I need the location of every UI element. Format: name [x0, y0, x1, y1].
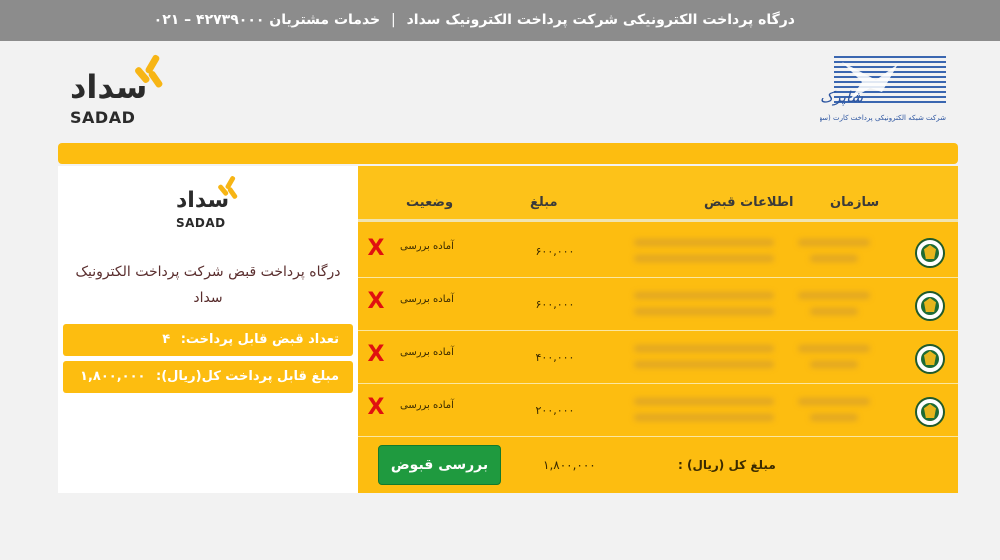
support-phone: ۴۲۷۳۹۰۰۰ – ۰۲۱ — [153, 12, 265, 28]
sadad-logo-en: SADAD — [70, 108, 136, 127]
top-bar: درگاه پرداخت الکترونیکی شرکت پرداخت الکت… — [0, 0, 1000, 41]
table-footer: مبلغ کل (ریال) : ۱,۸۰۰,۰۰۰ بررسی قبوض — [358, 436, 958, 493]
row-status: آماده بررسی — [400, 294, 454, 305]
shaparak-logo: شاپرک شرکت شبکه الکترونیکی پرداخت کارت (… — [818, 52, 946, 132]
column-amount: مبلغ — [530, 195, 558, 210]
row-status: آماده بررسی — [400, 241, 454, 252]
sidebar-sadad-fa: سداد — [176, 188, 230, 213]
check-bills-button[interactable]: بررسی قبوض — [378, 445, 501, 485]
red-x-icon[interactable]: X — [364, 396, 388, 420]
blurred-org-name — [810, 308, 858, 315]
blurred-org-name — [810, 414, 858, 421]
row-amount: ۲۰۰,۰۰۰ — [535, 404, 575, 417]
bill-count-label: تعداد قبض قابل پرداخت: — [180, 332, 339, 347]
row-amount: ۶۰۰,۰۰۰ — [535, 245, 575, 258]
blurred-bill-info — [634, 255, 774, 262]
sidebar-panel: سداد SADAD درگاه پرداخت قبض شرکت پرداخت … — [58, 166, 358, 493]
total-payable-value: ۱,۸۰۰,۰۰۰ — [80, 369, 146, 384]
column-bill-info: اطلاعات قبض — [704, 195, 794, 210]
blurred-org-name — [798, 398, 870, 405]
yellow-divider-bar — [58, 143, 958, 164]
total-payable-stat: مبلغ قابل پرداخت کل(ریال): ۱,۸۰۰,۰۰۰ — [63, 361, 353, 393]
police-emblem-icon — [915, 238, 945, 268]
row-status: آماده بررسی — [400, 400, 454, 411]
blurred-bill-info — [634, 398, 774, 405]
table-row: ۶۰۰,۰۰۰ آماده بررسی X — [358, 225, 958, 278]
sidebar-sadad-logo: سداد SADAD — [176, 174, 240, 238]
shaparak-subtitle: شرکت شبکه الکترونیکی پرداخت کارت (سهامی … — [820, 114, 946, 122]
red-x-icon[interactable]: X — [364, 290, 388, 314]
blurred-org-name — [798, 292, 870, 299]
blurred-org-name — [810, 361, 858, 368]
column-status: وضعیت — [406, 195, 454, 210]
table-row: ۲۰۰,۰۰۰ آماده بررسی X — [358, 384, 958, 437]
row-status: آماده بررسی — [400, 347, 454, 358]
row-amount: ۶۰۰,۰۰۰ — [535, 298, 575, 311]
blurred-bill-info — [634, 239, 774, 246]
blurred-bill-info — [634, 361, 774, 368]
shaparak-name: شاپرک — [820, 88, 864, 106]
blurred-org-name — [798, 345, 870, 352]
column-organization: سازمان — [830, 195, 880, 210]
bills-panel: سازمان اطلاعات قبض مبلغ وضعیت ۶۰۰,۰۰۰ آم… — [358, 166, 958, 493]
support-label: خدمات مشتریان — [269, 12, 381, 28]
blurred-org-name — [810, 255, 858, 262]
row-amount: ۴۰۰,۰۰۰ — [535, 351, 575, 364]
police-emblem-icon — [915, 397, 945, 427]
blurred-bill-info — [634, 292, 774, 299]
total-amount-value: ۱,۸۰۰,۰۰۰ — [543, 458, 596, 472]
blurred-org-name — [798, 239, 870, 246]
sidebar-sadad-en: SADAD — [176, 216, 226, 230]
sadad-logo: سداد SADAD — [68, 52, 172, 130]
blurred-bill-info — [634, 308, 774, 315]
blurred-bill-info — [634, 345, 774, 352]
gateway-title: درگاه پرداخت الکترونیکی شرکت پرداخت الکت… — [406, 12, 795, 28]
red-x-icon[interactable]: X — [364, 343, 388, 367]
table-header: سازمان اطلاعات قبض مبلغ وضعیت — [358, 166, 958, 222]
title-separator: | — [391, 12, 396, 28]
blurred-bill-info — [634, 414, 774, 421]
table-row: ۶۰۰,۰۰۰ آماده بررسی X — [358, 278, 958, 331]
sadad-logo-fa: سداد — [70, 68, 148, 106]
table-row: ۴۰۰,۰۰۰ آماده بررسی X — [358, 331, 958, 384]
bill-count-value: ۴ — [162, 332, 171, 347]
bill-count-stat: تعداد قبض قابل پرداخت: ۴ — [63, 324, 353, 356]
red-x-icon[interactable]: X — [364, 237, 388, 261]
total-payable-label: مبلغ قابل پرداخت کل(ریال): — [156, 369, 339, 384]
sidebar-gateway-text: درگاه پرداخت قبض شرکت پرداخت الکترونیک س… — [75, 264, 341, 306]
total-amount-label: مبلغ کل (ریال) : — [678, 458, 776, 472]
police-emblem-icon — [915, 291, 945, 321]
police-emblem-icon — [915, 344, 945, 374]
